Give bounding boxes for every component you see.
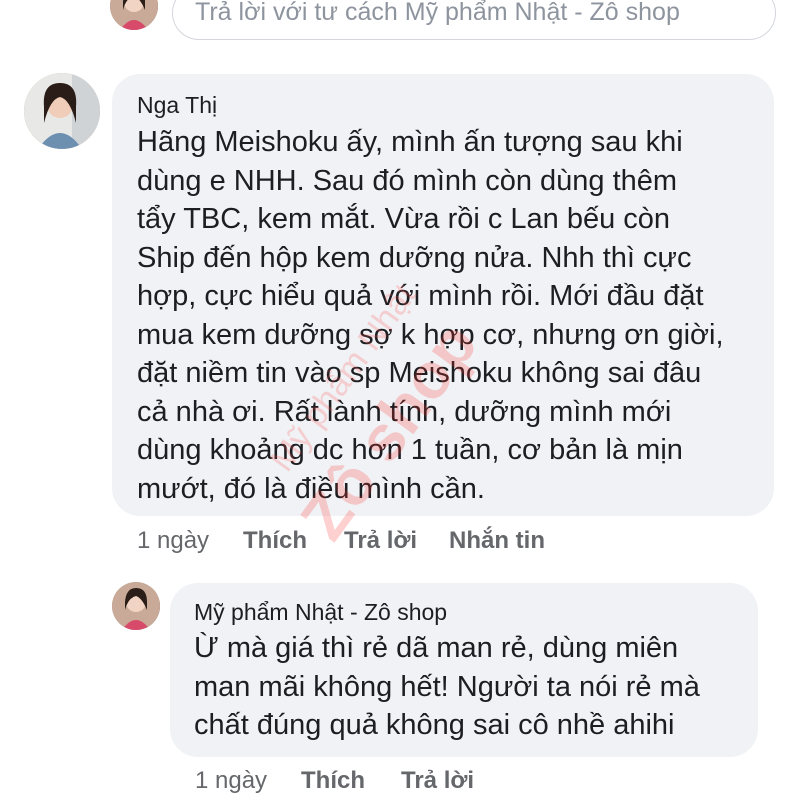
shop-reply-avatar[interactable]: [112, 582, 160, 630]
reply-text: Ừ mà giá thì rẻ dã man rẻ, dùng miên man…: [194, 629, 700, 745]
like-button[interactable]: Thích: [301, 767, 365, 795]
comment-bubble: Nga Thị Hãng Meishoku ấy, mình ấn tượng …: [112, 74, 774, 516]
comment-line: mướt, đó là điều mình cần.: [137, 472, 485, 505]
comment-actions: 1 ngày Thích Trả lời Nhắn tin: [137, 527, 737, 557]
reply-author[interactable]: Mỹ phẩm Nhật - Zô shop: [194, 599, 447, 626]
comment-timestamp[interactable]: 1 ngày: [137, 527, 209, 555]
shop-avatar-image: [110, 0, 158, 30]
commenter-avatar-image: [24, 73, 100, 149]
comment-line: tẩy TBC, kem mắt. Vừa rồi c Lan bếu còn: [137, 203, 671, 235]
reply-button[interactable]: Trả lời: [344, 527, 417, 555]
comment-line: dùng khoảng dc hơn 1 tuần, cơ bản là mịn: [137, 434, 683, 466]
comment-author[interactable]: Nga Thị: [137, 92, 217, 119]
message-button[interactable]: Nhắn tin: [449, 527, 545, 555]
comment-line: hợp, cực hiểu quả với mình rồi. Mới đầu …: [137, 280, 704, 312]
comment-text: Hãng Meishoku ấy, mình ấn tượng sau khi …: [137, 123, 724, 508]
reply-actions: 1 ngày Thích Trả lời: [195, 767, 595, 797]
comment-line: dùng e NHH. Sau đó mình còn dùng thêm: [137, 164, 678, 197]
reply-timestamp[interactable]: 1 ngày: [195, 767, 267, 795]
comment-line: cả nhà ơi. Rất lành tính, dưỡng mình mới: [137, 395, 672, 428]
reply-button[interactable]: Trả lời: [401, 767, 474, 795]
comment-line: đặt niềm tin vào sp Meishoku không sai đ…: [137, 357, 702, 389]
reply-line: man mãi không hết! Người ta nói rẻ mà: [194, 670, 700, 703]
reply-line: Ừ mà giá thì rẻ dã man rẻ, dùng miên: [194, 632, 679, 664]
shop-reply-avatar-image: [112, 582, 160, 630]
comment-line: Hãng Meishoku ấy, mình ấn tượng sau khi: [137, 126, 683, 158]
like-button[interactable]: Thích: [243, 527, 307, 555]
comment-line: mua kem dưỡng sợ k hợp cơ, nhưng ơn giời…: [137, 318, 724, 351]
reply-line: chất đúng quả không sai cô nhề ahihi: [194, 709, 675, 741]
shop-avatar[interactable]: [110, 0, 158, 30]
comment-line: Ship đến hộp kem dưỡng nửa. Nhh thì cực: [137, 241, 692, 274]
commenter-avatar[interactable]: [24, 73, 100, 149]
reply-bubble: Mỹ phẩm Nhật - Zô shop Ừ mà giá thì rẻ d…: [170, 583, 758, 757]
reply-as-page-input[interactable]: Trả lời với tư cách Mỹ phẩm Nhật - Zô sh…: [172, 0, 776, 40]
